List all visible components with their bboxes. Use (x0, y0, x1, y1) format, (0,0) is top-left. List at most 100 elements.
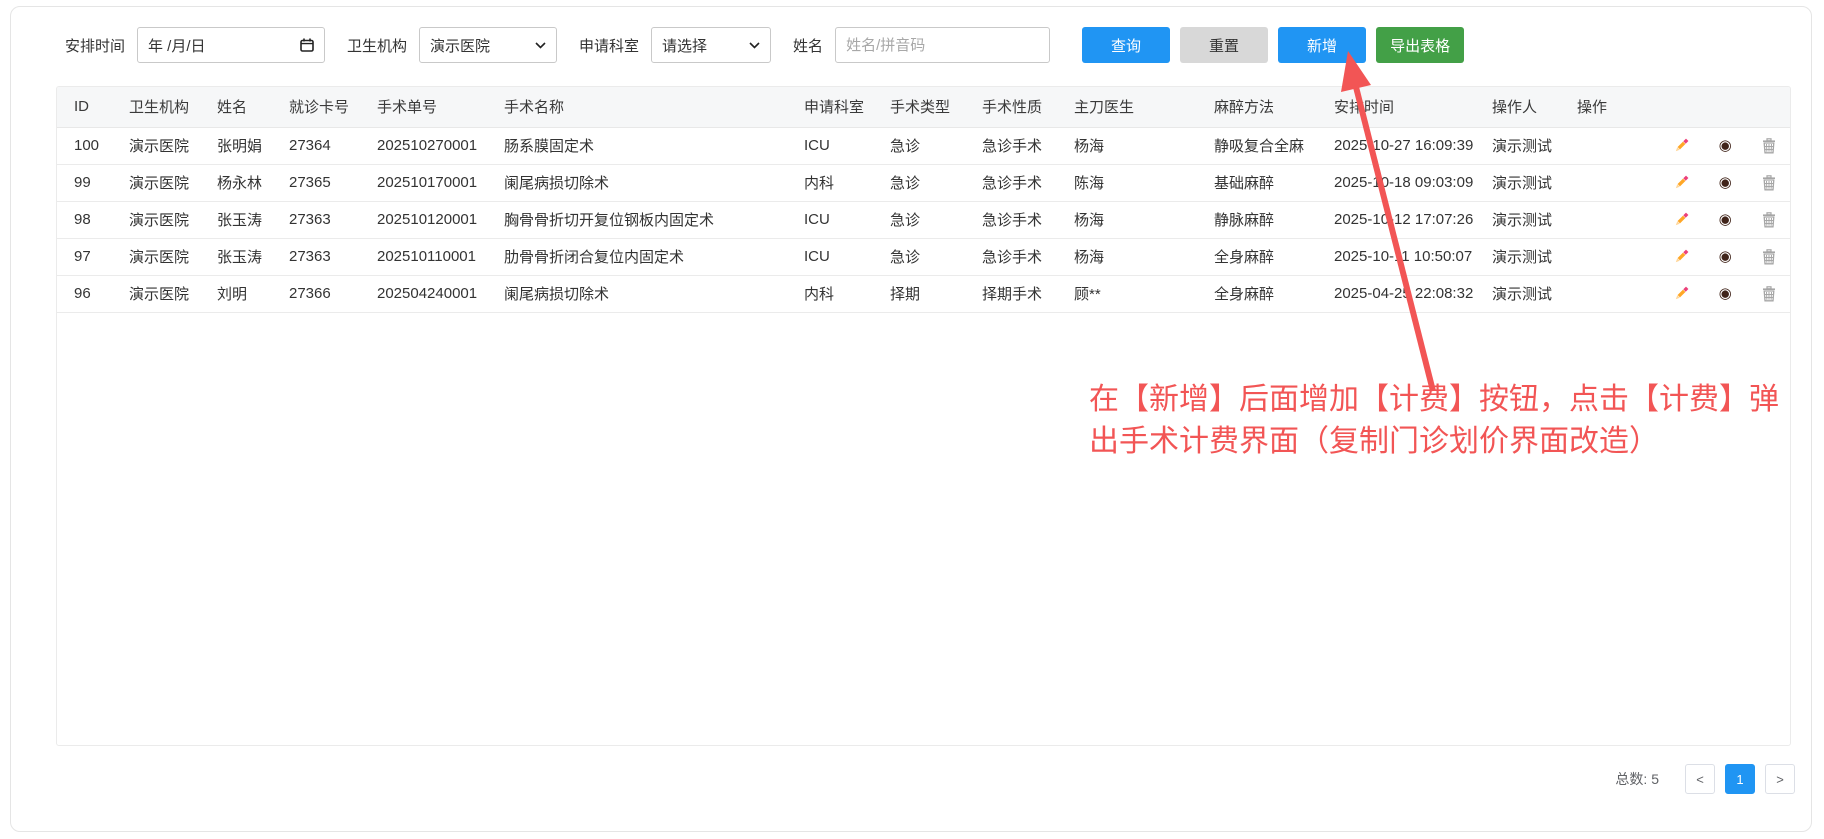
dept-select[interactable]: 请选择 (651, 27, 771, 63)
cell-operator: 演示测试 (1475, 164, 1560, 201)
org-select[interactable]: 演示医院 (419, 27, 557, 63)
column-header-2: 姓名 (200, 87, 272, 127)
total-count: 总数: 5 (1615, 769, 1659, 789)
cell-type: 择期 (873, 275, 965, 312)
cell-id: 100 (57, 127, 112, 164)
annotation-line-2: 出手术计费界面（复制门诊划价界面改造） (1089, 421, 1812, 463)
cell-type: 急诊 (873, 164, 965, 201)
eye-icon[interactable]: ◉ (1714, 248, 1736, 266)
cell-nature: 急诊手术 (965, 127, 1057, 164)
cell-time: 2025-10-11 10:50:07 (1317, 238, 1475, 275)
cell-actions: ◉ (1560, 201, 1791, 238)
cell-time: 2025-10-18 09:03:09 (1317, 164, 1475, 201)
pencil-icon[interactable] (1670, 248, 1692, 266)
eye-icon[interactable]: ◉ (1714, 174, 1736, 192)
cell-name: 张玉涛 (200, 238, 272, 275)
column-header-10: 麻醉方法 (1197, 87, 1317, 127)
cell-anesthesia: 静吸复合全麻 (1197, 127, 1317, 164)
name-filter-label: 姓名 (793, 35, 823, 56)
pencil-icon[interactable] (1670, 137, 1692, 155)
cell-card-no: 27363 (272, 238, 360, 275)
trash-icon[interactable] (1758, 285, 1780, 303)
table-row: 97 演示医院 张玉涛 27363 202510110001 肋骨骨折闭合复位内… (57, 238, 1791, 275)
annotation-line-1: 在【新增】后面增加【计费】按钮，点击【计费】弹 (1089, 379, 1812, 421)
calendar-icon[interactable] (300, 38, 314, 52)
dept-filter-label: 申请科室 (579, 35, 639, 56)
cell-anesthesia: 静脉麻醉 (1197, 201, 1317, 238)
cell-dept: 内科 (787, 164, 873, 201)
cell-operator: 演示测试 (1475, 127, 1560, 164)
page-1-button[interactable]: 1 (1725, 764, 1755, 794)
surgery-table: ID卫生机构姓名就诊卡号手术单号手术名称申请科室手术类型手术性质主刀医生麻醉方法… (57, 87, 1791, 313)
table-body: 100 演示医院 张明娟 27364 202510270001 肠系膜固定术 I… (57, 127, 1791, 312)
cell-org: 演示医院 (112, 127, 200, 164)
trash-icon[interactable] (1758, 248, 1780, 266)
reset-button[interactable]: 重置 (1180, 27, 1268, 63)
pencil-icon[interactable] (1670, 211, 1692, 229)
eye-icon[interactable]: ◉ (1714, 285, 1736, 303)
cell-time: 2025-10-27 16:09:39 (1317, 127, 1475, 164)
cell-time: 2025-04-25 22:08:32 (1317, 275, 1475, 312)
trash-icon[interactable] (1758, 174, 1780, 192)
filter-bar: 安排时间 年 /月/日 卫生机构 演示医院 申请科室 请选择 姓名 查询 重置 … (65, 27, 1464, 63)
chevron-down-icon (749, 42, 760, 49)
chevron-down-icon (535, 42, 546, 49)
search-button[interactable]: 查询 (1082, 27, 1170, 63)
dept-select-value: 请选择 (662, 35, 707, 56)
cell-nature: 急诊手术 (965, 238, 1057, 275)
next-page-button[interactable]: > (1765, 764, 1795, 794)
cell-time: 2025-10-12 17:07:26 (1317, 201, 1475, 238)
cell-card-no: 27364 (272, 127, 360, 164)
cell-surgery-name: 胸骨骨折切开复位钢板内固定术 (487, 201, 787, 238)
export-button[interactable]: 导出表格 (1376, 27, 1464, 63)
cell-operator: 演示测试 (1475, 201, 1560, 238)
cell-operator: 演示测试 (1475, 238, 1560, 275)
table-row: 99 演示医院 杨永林 27365 202510170001 阑尾病损切除术 内… (57, 164, 1791, 201)
date-filter-label: 安排时间 (65, 35, 125, 56)
org-select-value: 演示医院 (430, 35, 490, 56)
cell-surgeon: 顾** (1057, 275, 1197, 312)
cell-nature: 择期手术 (965, 275, 1057, 312)
cell-org: 演示医院 (112, 275, 200, 312)
cell-nature: 急诊手术 (965, 164, 1057, 201)
cell-surgeon: 杨海 (1057, 201, 1197, 238)
column-header-7: 手术类型 (873, 87, 965, 127)
add-button[interactable]: 新增 (1278, 27, 1366, 63)
cell-surgeon: 杨海 (1057, 238, 1197, 275)
org-filter-label: 卫生机构 (347, 35, 407, 56)
cell-actions: ◉ (1560, 127, 1791, 164)
cell-order-no: 202510170001 (360, 164, 487, 201)
trash-icon[interactable] (1758, 137, 1780, 155)
trash-icon[interactable] (1758, 211, 1780, 229)
table-row: 98 演示医院 张玉涛 27363 202510120001 胸骨骨折切开复位钢… (57, 201, 1791, 238)
pencil-icon[interactable] (1670, 285, 1692, 303)
cell-anesthesia: 全身麻醉 (1197, 238, 1317, 275)
eye-icon[interactable]: ◉ (1714, 211, 1736, 229)
cell-id: 99 (57, 164, 112, 201)
cell-dept: ICU (787, 127, 873, 164)
pencil-icon[interactable] (1670, 174, 1692, 192)
name-input[interactable] (835, 27, 1050, 63)
cell-surgery-name: 肠系膜固定术 (487, 127, 787, 164)
cell-org: 演示医院 (112, 238, 200, 275)
cell-name: 张玉涛 (200, 201, 272, 238)
date-input-value: 年 /月/日 (148, 35, 206, 56)
cell-anesthesia: 全身麻醉 (1197, 275, 1317, 312)
cell-type: 急诊 (873, 238, 965, 275)
cell-id: 97 (57, 238, 112, 275)
table-row: 100 演示医院 张明娟 27364 202510270001 肠系膜固定术 I… (57, 127, 1791, 164)
cell-anesthesia: 基础麻醉 (1197, 164, 1317, 201)
cell-org: 演示医院 (112, 201, 200, 238)
eye-icon[interactable]: ◉ (1714, 137, 1736, 155)
column-header-3: 就诊卡号 (272, 87, 360, 127)
cell-name: 杨永林 (200, 164, 272, 201)
date-input[interactable]: 年 /月/日 (137, 27, 325, 63)
prev-page-button[interactable]: < (1685, 764, 1715, 794)
table-header-row: ID卫生机构姓名就诊卡号手术单号手术名称申请科室手术类型手术性质主刀医生麻醉方法… (57, 87, 1791, 127)
cell-surgery-name: 阑尾病损切除术 (487, 164, 787, 201)
column-header-0: ID (57, 87, 112, 127)
column-header-13: 操作 (1560, 87, 1791, 127)
table-row: 96 演示医院 刘明 27366 202504240001 阑尾病损切除术 内科… (57, 275, 1791, 312)
cell-order-no: 202504240001 (360, 275, 487, 312)
cell-dept: 内科 (787, 275, 873, 312)
